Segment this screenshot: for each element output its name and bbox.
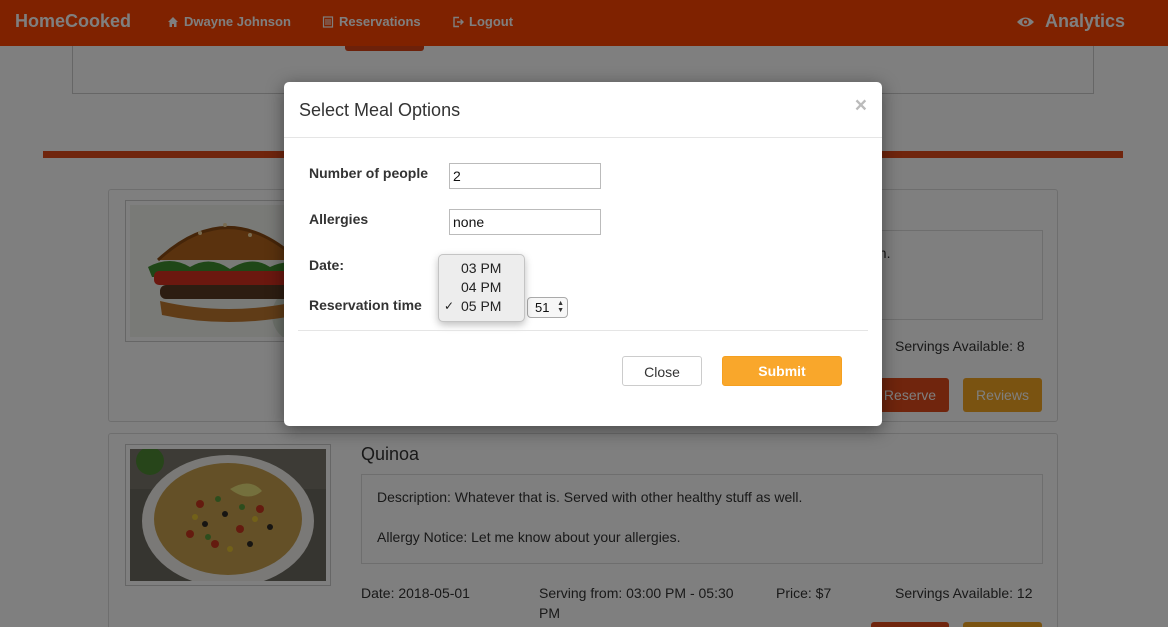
- hour-option-selected[interactable]: ✓ 05 PM: [439, 297, 524, 316]
- hour-option-label: 04 PM: [461, 279, 502, 295]
- reservation-time-label: Reservation time: [309, 297, 422, 313]
- select-arrows-icon: ▲ ▼: [557, 300, 564, 314]
- close-button[interactable]: Close: [622, 356, 702, 386]
- hour-option[interactable]: 04 PM: [439, 278, 524, 297]
- minute-value: 51: [535, 300, 550, 315]
- modal-title: Select Meal Options: [299, 100, 461, 120]
- hour-dropdown[interactable]: 03 PM 04 PM ✓ 05 PM: [438, 254, 525, 322]
- people-label: Number of people: [309, 165, 429, 181]
- close-icon[interactable]: ×: [855, 95, 867, 116]
- modal-divider: [298, 330, 868, 331]
- allergies-label: Allergies: [309, 211, 369, 227]
- checkmark-icon: ✓: [444, 299, 455, 313]
- allergies-input[interactable]: [449, 209, 601, 235]
- hour-option[interactable]: 03 PM: [439, 259, 524, 278]
- submit-button[interactable]: Submit: [722, 356, 842, 386]
- hour-option-label: 03 PM: [461, 260, 502, 276]
- hour-option-label: 05 PM: [461, 298, 502, 314]
- modal-header: Select Meal Options ×: [284, 82, 882, 138]
- meal-options-modal: Select Meal Options × Number of people A…: [284, 82, 882, 426]
- minute-select[interactable]: 51 ▲ ▼: [527, 297, 568, 318]
- people-input[interactable]: [449, 163, 601, 189]
- date-label: Date:: [309, 257, 345, 273]
